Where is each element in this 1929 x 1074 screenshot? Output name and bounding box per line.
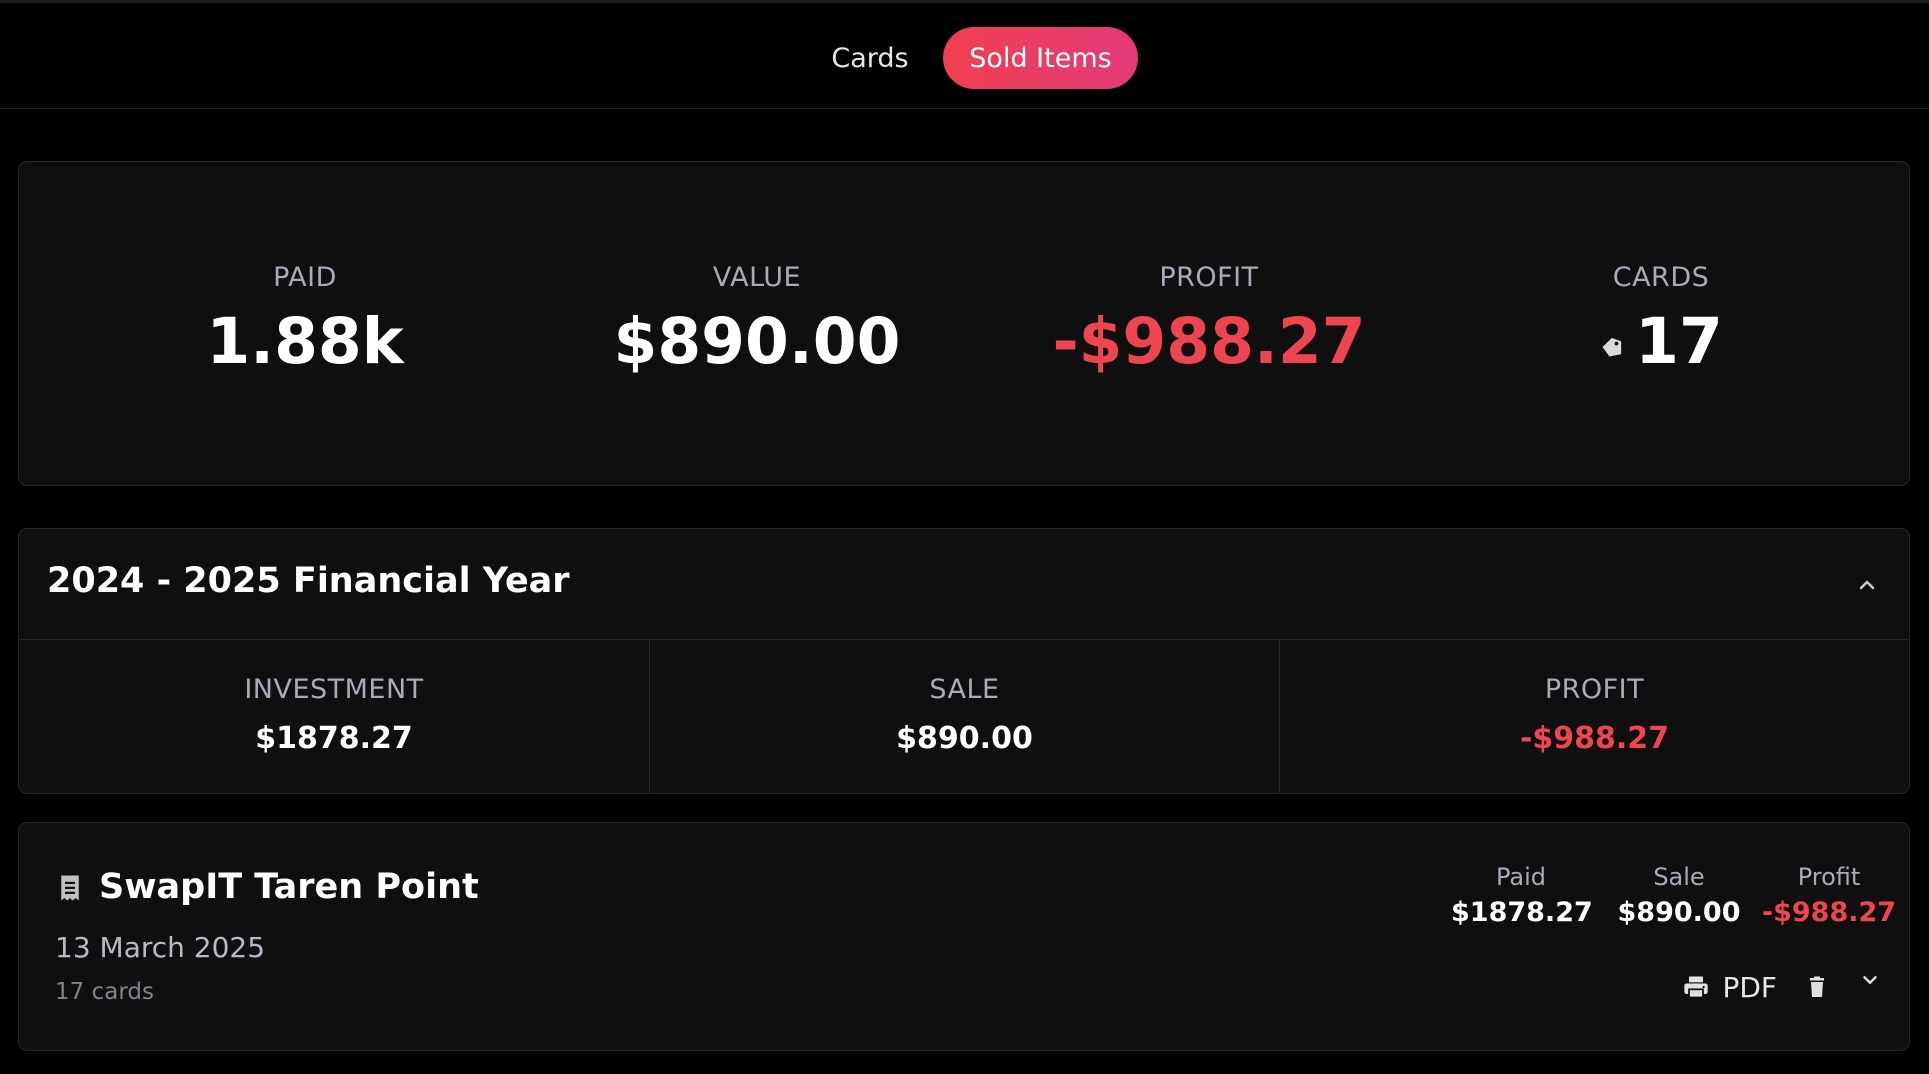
receipt-icon [61,875,79,901]
stat-profit-value: -$988.27 [1052,305,1366,378]
chevron-down-icon [1863,976,1877,984]
fy-sale-label: SALE [929,674,1000,705]
delete-button[interactable] [1805,974,1829,1000]
pdf-label: PDF [1722,970,1777,1004]
sale-location-name: SwapIT Taren Point [99,867,479,907]
financial-year-title: 2024 - 2025 Financial Year [47,561,570,601]
sale-profit: Profit -$988.27 [1759,863,1899,928]
stat-paid-value: 1.88k [206,305,404,378]
sale-profit-label: Profit [1797,863,1861,891]
print-icon [1684,976,1709,999]
stat-value: VALUE $890.00 [531,262,983,383]
fy-profit-label: PROFIT [1544,674,1645,705]
stat-cards-row: 17 [1435,301,1887,383]
fy-investment: INVESTMENT $1878.27 [19,640,649,794]
sale-sale: Sale $890.00 [1609,863,1749,928]
sale-actions: PDF [1682,967,1881,1007]
stat-paid-label: PAID [273,262,337,293]
pdf-button[interactable]: PDF [1682,971,1777,1004]
sale-sale-label: Sale [1653,863,1705,891]
sale-date: 13 March 2025 [55,931,266,964]
tag-icon [1602,337,1622,357]
trash-icon [1810,976,1824,997]
sale-paid: Paid $1878.27 [1451,863,1593,928]
chevron-up-icon[interactable] [1855,573,1879,597]
sale-profit-value: -$988.27 [1761,897,1897,928]
stat-cards: CARDS 17 [1435,262,1887,383]
stat-cards-value: 17 [1635,305,1723,378]
fy-investment-value: $1878.27 [255,721,413,756]
sale-card-count: 17 cards [55,979,154,1005]
sale-item-card[interactable]: SwapIT Taren Point 13 March 2025 17 card… [18,822,1910,1051]
expand-button[interactable] [1859,969,1881,991]
stat-profit: PROFIT -$988.27 [983,262,1435,383]
tab-sold-items[interactable]: Sold Items [943,27,1138,89]
fy-investment-label: INVESTMENT [244,674,424,705]
fy-profit: PROFIT -$988.27 [1279,640,1909,794]
fy-profit-value: -$988.27 [1519,721,1670,756]
sale-paid-label: Paid [1495,863,1546,891]
stat-profit-label: PROFIT [1159,262,1259,293]
tab-cards[interactable]: Cards [814,27,926,89]
sale-sale-value: $890.00 [1617,897,1741,928]
top-navigation: Cards Sold Items [0,3,1929,109]
sale-paid-value: $1878.27 [1451,897,1593,928]
fy-sale-value: $890.00 [896,721,1033,756]
fy-sale: SALE $890.00 [649,640,1279,794]
stat-value-label: VALUE [712,262,802,293]
stat-value-amount: $890.00 [613,305,901,378]
financial-year-card: 2024 - 2025 Financial Year INVESTMENT $1… [18,528,1910,794]
stat-cards-label: CARDS [1612,262,1710,293]
summary-card: PAID 1.88k VALUE $890.00 PROFIT -$988.27… [18,161,1910,486]
stat-paid: PAID 1.88k [79,262,531,383]
